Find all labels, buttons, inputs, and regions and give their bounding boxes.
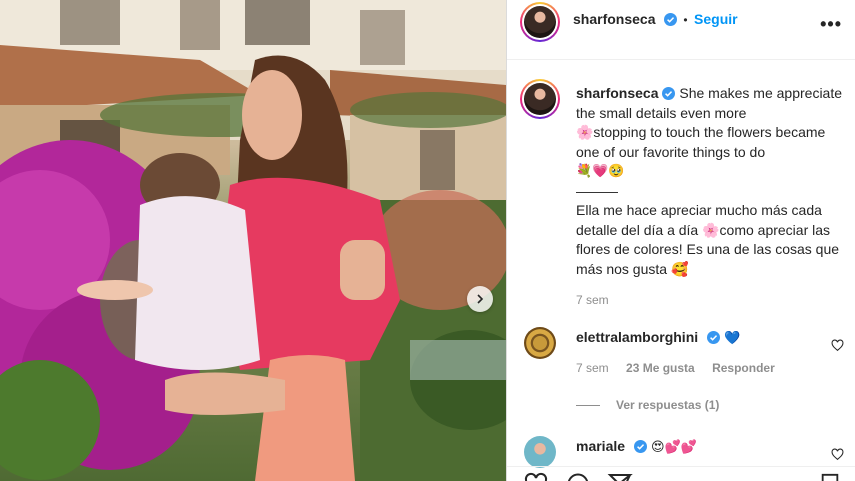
caption-line-3: 💐💗🥹 [576, 164, 625, 179]
caption-line-2: 🌸stopping to touch the flowers became on… [576, 124, 826, 160]
post-side-panel: sharfonseca • Seguir ••• sharfonseca She… [506, 0, 855, 481]
comment-item: mariale 😍💕💕 [524, 436, 844, 468]
comment-text: 😍💕💕 [650, 440, 697, 455]
comment-item: elettralamborghini 💙 7 sem 23 Me gusta R… [524, 327, 844, 387]
comment-time[interactable]: 7 sem [576, 361, 609, 375]
comment-avatar[interactable] [524, 327, 556, 359]
bookmark-icon[interactable] [819, 472, 841, 481]
action-bar [507, 466, 855, 481]
comment-meta: 7 sem 23 Me gusta Responder [576, 361, 789, 375]
verified-badge-icon [663, 13, 677, 26]
caption-separator: ——— [576, 182, 618, 199]
comment-username[interactable]: mariale [576, 438, 625, 454]
comment-username[interactable]: elettralamborghini [576, 329, 698, 345]
next-photo-button[interactable] [467, 286, 493, 312]
comment-likes[interactable]: 23 Me gusta [626, 361, 695, 375]
chevron-right-icon [477, 294, 484, 304]
caption-username[interactable]: sharfonseca [576, 85, 658, 101]
reply-button[interactable]: Responder [712, 361, 775, 375]
header-dot: • [683, 13, 688, 27]
author-username[interactable]: sharfonseca [573, 11, 655, 27]
replies-line [576, 405, 600, 407]
post-header: sharfonseca • Seguir ••• [507, 0, 855, 60]
post-caption: sharfonseca She makes me appreciate the … [576, 84, 848, 311]
post-photo[interactable] [0, 0, 506, 481]
verified-badge-icon [633, 440, 647, 453]
verified-badge-icon [662, 87, 676, 100]
more-options-button[interactable]: ••• [820, 14, 842, 35]
view-replies-label: Ver respuestas (1) [616, 398, 720, 412]
caption-avatar[interactable] [520, 79, 560, 119]
comment-text: 💙 [724, 331, 741, 346]
share-icon[interactable] [607, 472, 633, 481]
like-heart-icon[interactable] [523, 472, 549, 481]
comment-avatar[interactable] [524, 436, 556, 468]
comment-icon[interactable] [565, 472, 591, 481]
heart-icon[interactable] [831, 448, 844, 461]
follow-button[interactable]: Seguir [694, 11, 738, 27]
author-avatar[interactable] [520, 2, 560, 42]
caption-time[interactable]: 7 sem [576, 291, 848, 311]
caption-line-4: Ella me hace apreciar mucho más cada det… [576, 202, 840, 277]
heart-icon[interactable] [831, 339, 844, 352]
view-replies-button[interactable]: Ver respuestas (1) [576, 398, 719, 412]
photo-illustration [0, 0, 506, 481]
verified-badge-icon [706, 331, 720, 344]
